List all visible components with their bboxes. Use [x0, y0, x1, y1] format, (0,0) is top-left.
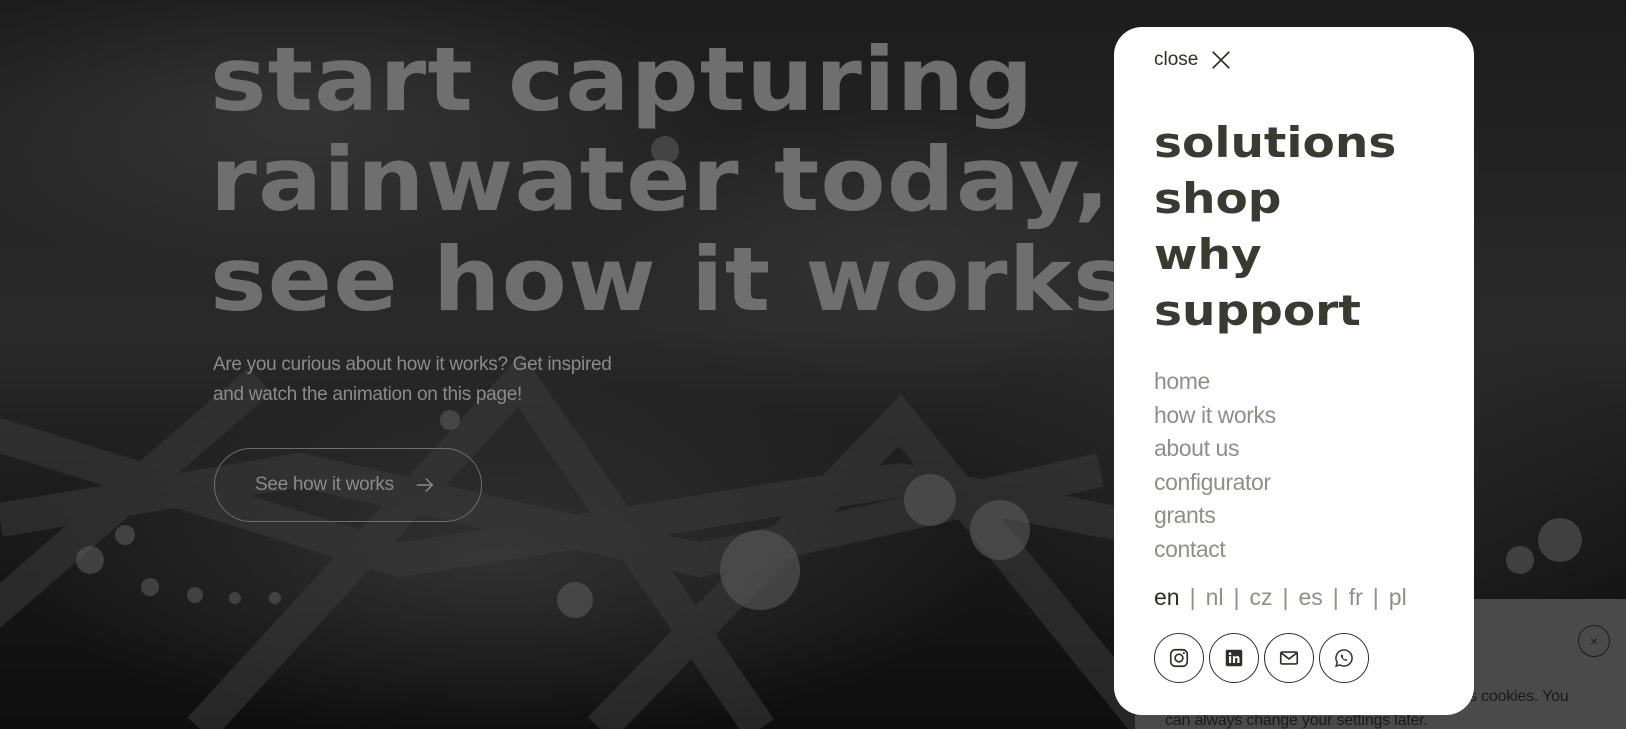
- arrow-right-icon: [416, 478, 434, 492]
- cta-label: See how it works: [255, 474, 394, 495]
- mail-icon: [1279, 651, 1299, 665]
- close-icon: ×: [1589, 633, 1599, 649]
- nav-item-support[interactable]: support: [1154, 283, 1361, 339]
- hero-subtitle: Are you curious about how it works? Get …: [213, 354, 612, 405]
- hero-title: start capturing rainwater today, see how…: [210, 30, 1139, 330]
- lang-fr[interactable]: fr: [1349, 584, 1363, 611]
- see-how-it-works-button[interactable]: See how it works: [214, 448, 482, 522]
- lang-separator: |: [1189, 584, 1196, 610]
- lang-pl[interactable]: pl: [1389, 584, 1407, 611]
- primary-nav: solutions shop why support: [1154, 115, 1434, 339]
- whatsapp-icon: [1335, 649, 1353, 668]
- menu-close-label: close: [1154, 49, 1199, 70]
- lang-es[interactable]: es: [1298, 584, 1322, 611]
- hero-title-line: start capturing: [210, 28, 1035, 131]
- hero-title-line: see how it works: [210, 228, 1131, 331]
- lang-separator: |: [1372, 584, 1379, 610]
- social-links: [1154, 633, 1434, 683]
- lang-separator: |: [1282, 584, 1289, 610]
- whatsapp-button[interactable]: [1319, 633, 1369, 683]
- nav-link-home[interactable]: home: [1154, 365, 1210, 399]
- nav-link-configurator[interactable]: configurator: [1154, 466, 1271, 500]
- nav-link-about-us[interactable]: about us: [1154, 432, 1239, 466]
- lang-separator: |: [1233, 584, 1240, 610]
- linkedin-button[interactable]: [1209, 633, 1259, 683]
- menu-close-button[interactable]: close: [1154, 49, 1232, 71]
- nav-link-contact[interactable]: contact: [1154, 533, 1226, 567]
- navigation-menu: close solutions shop why support home ho…: [1114, 27, 1474, 715]
- nav-item-shop[interactable]: shop: [1154, 171, 1281, 227]
- lang-nl[interactable]: nl: [1206, 584, 1224, 611]
- hero-title-line: rainwater today,: [210, 128, 1111, 231]
- close-icon: [1212, 51, 1231, 69]
- lang-en[interactable]: en: [1154, 584, 1180, 611]
- nav-link-grants[interactable]: grants: [1154, 499, 1216, 533]
- secondary-nav: home how it works about us configurator …: [1154, 365, 1434, 566]
- language-switcher: en | nl | cz | es | fr | pl: [1154, 584, 1434, 611]
- nav-item-solutions[interactable]: solutions: [1154, 115, 1396, 171]
- instagram-icon: [1169, 648, 1189, 668]
- instagram-button[interactable]: [1154, 633, 1204, 683]
- lang-cz[interactable]: cz: [1249, 584, 1272, 611]
- mail-button[interactable]: [1264, 633, 1314, 683]
- nav-link-how-it-works[interactable]: how it works: [1154, 399, 1276, 433]
- lang-separator: |: [1332, 584, 1339, 610]
- linkedin-icon: [1225, 649, 1243, 667]
- cookie-close-button[interactable]: ×: [1578, 625, 1610, 657]
- nav-item-why[interactable]: why: [1154, 227, 1262, 283]
